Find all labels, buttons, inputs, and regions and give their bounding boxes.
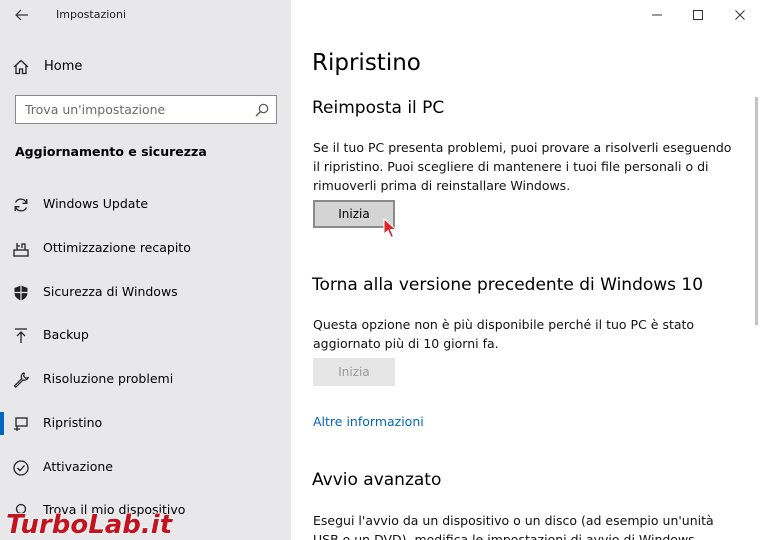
recovery-icon bbox=[14, 417, 28, 431]
minimize-icon bbox=[652, 14, 662, 16]
back-button[interactable] bbox=[8, 3, 36, 27]
section-title: Aggiornamento e sicurezza bbox=[15, 144, 207, 159]
activation-check-icon bbox=[13, 460, 29, 476]
backup-arrow-icon bbox=[15, 328, 27, 343]
search-input[interactable]: Trova un'impostazione bbox=[15, 95, 277, 124]
main-content: Ripristino Reimposta il PC Se il tuo PC … bbox=[291, 0, 762, 540]
rollback-start-button[interactable]: Inizia bbox=[313, 358, 395, 386]
sidebar-item-troubleshoot[interactable]: Risoluzione problemi bbox=[0, 360, 291, 400]
mouse-cursor-icon bbox=[383, 218, 398, 239]
app-title: Impostazioni bbox=[56, 8, 127, 21]
home-icon bbox=[13, 59, 29, 75]
sidebar-item-label: Backup bbox=[43, 327, 89, 342]
advanced-startup-description: Esegui l'avvio da un dispositivo o un di… bbox=[313, 513, 714, 540]
watermark-text: TurboLab.it bbox=[6, 510, 174, 540]
sidebar-item-label: Risoluzione problemi bbox=[43, 371, 174, 386]
scrollbar[interactable] bbox=[755, 97, 758, 325]
sidebar-item-label: Windows Update bbox=[43, 196, 149, 211]
sidebar-item-label: Attivazione bbox=[43, 459, 113, 474]
search-placeholder: Trova un'impostazione bbox=[25, 102, 166, 117]
selected-indicator bbox=[0, 412, 4, 435]
sidebar-item-backup[interactable]: Backup bbox=[0, 316, 291, 356]
back-arrow-icon bbox=[15, 9, 28, 21]
sidebar-item-home[interactable]: Home bbox=[0, 52, 291, 82]
close-button[interactable] bbox=[718, 0, 762, 30]
maximize-icon bbox=[693, 10, 703, 20]
sidebar-item-windows-security[interactable]: Sicurezza di Windows bbox=[0, 273, 291, 313]
sidebar: Impostazioni Home Trova un'impostazione … bbox=[0, 0, 291, 540]
sidebar-item-label: Ripristino bbox=[43, 415, 103, 430]
watermark-logo: TurboLab.it bbox=[5, 509, 174, 540]
delivery-optimization-icon bbox=[13, 243, 29, 257]
maximize-button[interactable] bbox=[676, 0, 720, 30]
home-label: Home bbox=[44, 59, 83, 74]
reset-heading: Reimposta il PC bbox=[312, 98, 445, 118]
sidebar-item-windows-update[interactable]: Windows Update bbox=[0, 185, 291, 225]
close-icon bbox=[735, 10, 745, 20]
page-title: Ripristino bbox=[312, 50, 421, 76]
sidebar-item-recovery[interactable]: Ripristino bbox=[0, 404, 291, 444]
search-icon[interactable] bbox=[254, 102, 270, 118]
wrench-icon bbox=[13, 372, 30, 389]
rollback-heading: Torna alla versione precedente di Window… bbox=[312, 275, 704, 295]
reset-description: Se il tuo PC presenta problemi, puoi pro… bbox=[313, 140, 732, 193]
minimize-button[interactable] bbox=[635, 0, 679, 30]
sidebar-item-label: Sicurezza di Windows bbox=[43, 284, 178, 299]
sidebar-item-delivery-optimization[interactable]: Ottimizzazione recapito bbox=[0, 229, 291, 269]
shield-icon bbox=[14, 285, 28, 301]
refresh-icon bbox=[14, 198, 28, 212]
rollback-description: Questa opzione non è più disponibile per… bbox=[313, 317, 695, 351]
advanced-startup-heading: Avvio avanzato bbox=[312, 470, 442, 490]
sidebar-item-label: Ottimizzazione recapito bbox=[43, 240, 191, 255]
sidebar-item-activation[interactable]: Attivazione bbox=[0, 448, 291, 488]
more-info-link[interactable]: Altre informazioni bbox=[313, 414, 424, 429]
